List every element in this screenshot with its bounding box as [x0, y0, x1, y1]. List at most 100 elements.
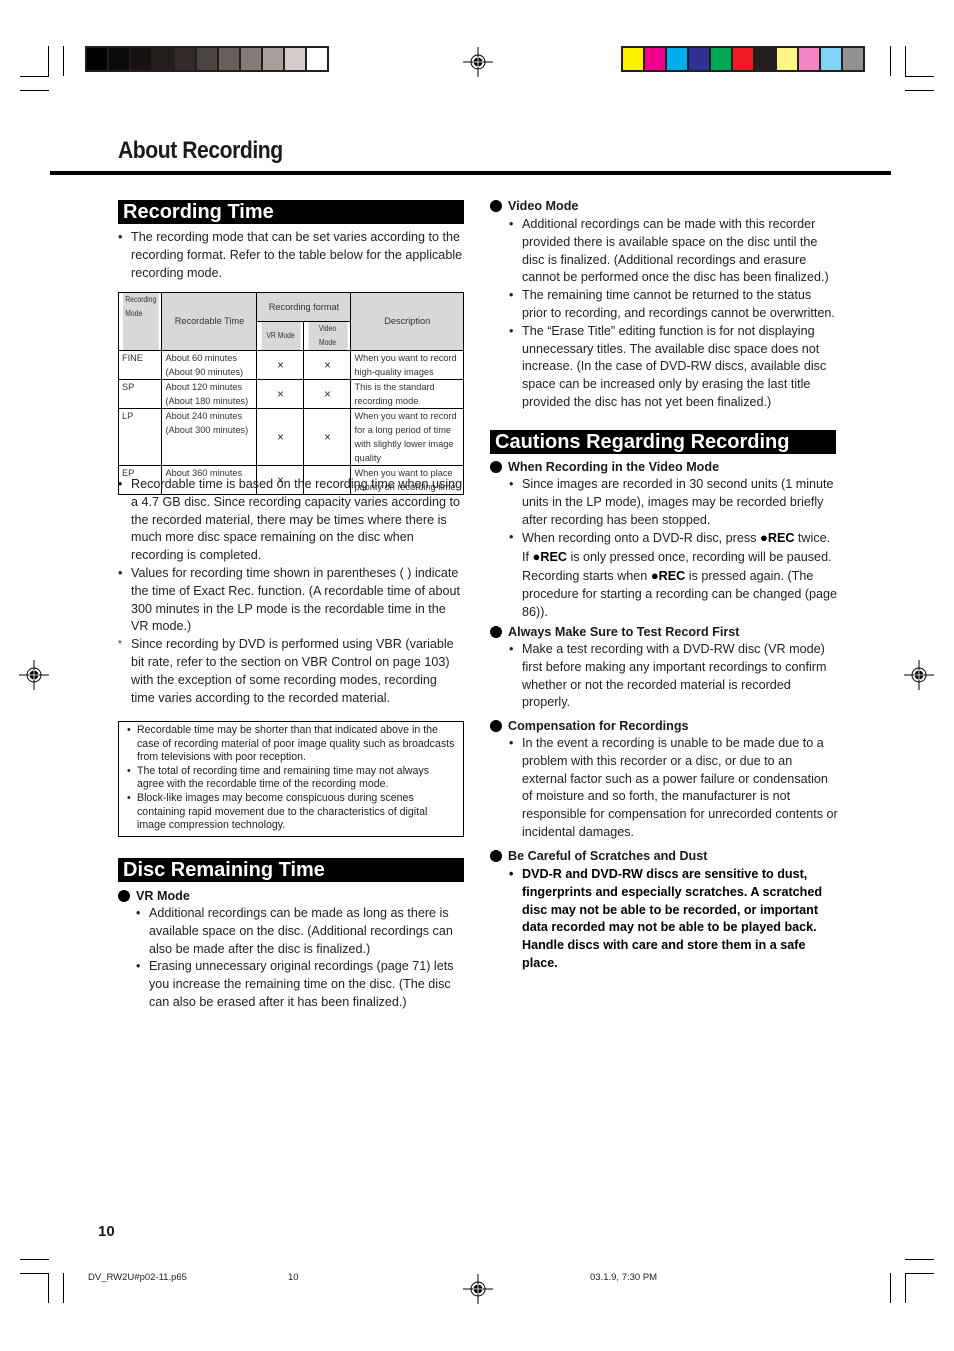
note-item: Recordable time may be shorter than that…: [127, 724, 455, 765]
header-format: Recording format: [256, 292, 352, 322]
color-swatch: [623, 48, 643, 70]
gray-swatch: [87, 48, 107, 70]
crop-mark: [20, 90, 49, 91]
subheading-video-mode-recording: When Recording in the Video Mode: [490, 459, 719, 476]
color-swatch: [843, 48, 863, 70]
vr-mode-bullets: Additional recordings can be made as lon…: [136, 905, 464, 1012]
footer-file: DV_RW2U#p02-11.p65: [88, 1272, 187, 1283]
bullet: In the event a recording is unable to be…: [509, 735, 839, 842]
color-swatch: [777, 48, 797, 70]
cell-desc: When you want to record high-quality ima…: [350, 349, 464, 380]
gray-swatch: [241, 48, 261, 70]
header-vr: VR Mode: [260, 320, 301, 351]
recording-mode-table: Recording Mode Recordable Time Recording…: [117, 292, 464, 495]
page-title: About Recording: [118, 137, 283, 164]
compensation-bullets: In the event a recording is unable to be…: [509, 735, 839, 842]
note-item: The total of recording time and remainin…: [127, 765, 455, 792]
footer-page: 10: [288, 1272, 299, 1283]
color-swatch: [821, 48, 841, 70]
header-desc: Description: [350, 292, 464, 351]
crop-mark: [20, 1273, 49, 1274]
cell-vr: ×: [256, 407, 305, 466]
crop-mark: [905, 90, 934, 91]
crop-mark: [63, 1273, 64, 1303]
bullet: The remaining time cannot be returned to…: [509, 287, 839, 323]
table-row: LP About 240 minutes (About 300 minutes) × ×…: [117, 407, 464, 466]
subheading-test-record: Always Make Sure to Test Record First: [490, 624, 739, 641]
crop-mark: [20, 76, 49, 77]
cell-desc: This is the standard recording mode: [350, 378, 464, 409]
cell-vr: ×: [256, 349, 305, 380]
cell-video: ×: [303, 407, 352, 466]
color-swatch: [733, 48, 753, 70]
note-item: Block-like images may become conspicuous…: [127, 792, 455, 833]
color-swatch: [645, 48, 665, 70]
crop-mark: [890, 46, 891, 76]
footnote: Since recording by DVD is performed usin…: [118, 636, 464, 707]
gray-swatch: [219, 48, 239, 70]
crop-mark: [63, 46, 64, 76]
notes-box: Recordable time may be shorter than that…: [118, 721, 464, 837]
crop-mark: [905, 1259, 934, 1260]
cell-time: About 120 minutes (About 180 minutes): [161, 378, 258, 409]
gray-swatch: [307, 48, 327, 70]
section-heading-cautions: Cautions Regarding Recording: [490, 430, 836, 454]
section-heading-recording-time: Recording Time: [118, 200, 464, 224]
scratches-bullets: DVD-R and DVD-RW discs are sensitive to …: [509, 866, 839, 973]
bullet: Recordable time is based on the recordin…: [118, 476, 464, 565]
subheading-compensation: Compensation for Recordings: [490, 718, 689, 735]
process-color-bar: [621, 46, 865, 72]
recording-time-bullets: Recordable time is based on the recordin…: [118, 476, 464, 707]
cell-vr: ×: [256, 378, 305, 409]
gray-swatch: [131, 48, 151, 70]
table-row: SP About 120 minutes (About 180 minutes) × ×…: [117, 378, 464, 409]
test-record-bullets: Make a test recording with a DVD-RW disc…: [509, 641, 839, 712]
header-video: Video Mode: [307, 320, 348, 351]
crop-mark: [20, 1259, 49, 1260]
bullet-rec: When recording onto a DVD-R disc, press …: [509, 529, 839, 621]
header-mode: Recording Mode: [121, 292, 160, 321]
subheading-vr-mode: VR Mode: [118, 888, 190, 905]
bullet: Values for recording time shown in paren…: [118, 565, 464, 636]
recording-time-intro: The recording mode that can be set varie…: [118, 229, 464, 282]
gray-swatch: [197, 48, 217, 70]
footer-date: 03.1.9, 7:30 PM: [590, 1272, 658, 1283]
page-number: 10: [98, 1223, 115, 1240]
cell-mode: FINE: [117, 349, 163, 380]
bullet: The “Erase Title” editing function is fo…: [509, 323, 839, 412]
gray-swatch: [153, 48, 173, 70]
bullet: DVD-R and DVD-RW discs are sensitive to …: [509, 866, 839, 973]
intro-bullet: The recording mode that can be set varie…: [118, 229, 464, 282]
bullet: Erasing unnecessary original recordings …: [136, 958, 464, 1011]
gray-swatch: [285, 48, 305, 70]
rec-button-label: REC: [651, 569, 685, 583]
cell-time: About 60 minutes (About 90 minutes): [161, 349, 258, 380]
crop-mark: [905, 76, 934, 77]
registration-mark-icon: [904, 660, 934, 690]
bullet: Additional recordings can be made as lon…: [136, 905, 464, 958]
gray-swatch: [263, 48, 283, 70]
crop-mark: [890, 1273, 891, 1303]
header-time: Recordable Time: [161, 292, 258, 351]
rec-button-label: REC: [533, 550, 567, 564]
crop-mark: [905, 1273, 934, 1274]
bullet: Additional recordings can be made with t…: [509, 216, 839, 287]
crop-mark: [48, 1273, 49, 1303]
rec-button-label: REC: [760, 531, 794, 545]
grayscale-color-bar: [85, 46, 329, 72]
gray-swatch: [175, 48, 195, 70]
registration-mark-icon: [463, 47, 493, 77]
cell-mode: SP: [117, 378, 163, 409]
bullet: Since images are recorded in 30 second u…: [509, 476, 839, 529]
gray-swatch: [109, 48, 129, 70]
table-row: FINE About 60 minutes (About 90 minutes) × ×…: [117, 349, 464, 380]
crop-mark: [905, 1273, 906, 1303]
color-swatch: [755, 48, 775, 70]
cell-time: About 240 minutes (About 300 minutes): [161, 407, 258, 466]
color-swatch: [799, 48, 819, 70]
cell-mode: LP: [117, 407, 163, 466]
subheading-video-mode: Video Mode: [490, 198, 578, 215]
registration-mark-icon: [463, 1274, 493, 1304]
bullet: Make a test recording with a DVD-RW disc…: [509, 641, 839, 712]
title-rule: [50, 171, 891, 175]
